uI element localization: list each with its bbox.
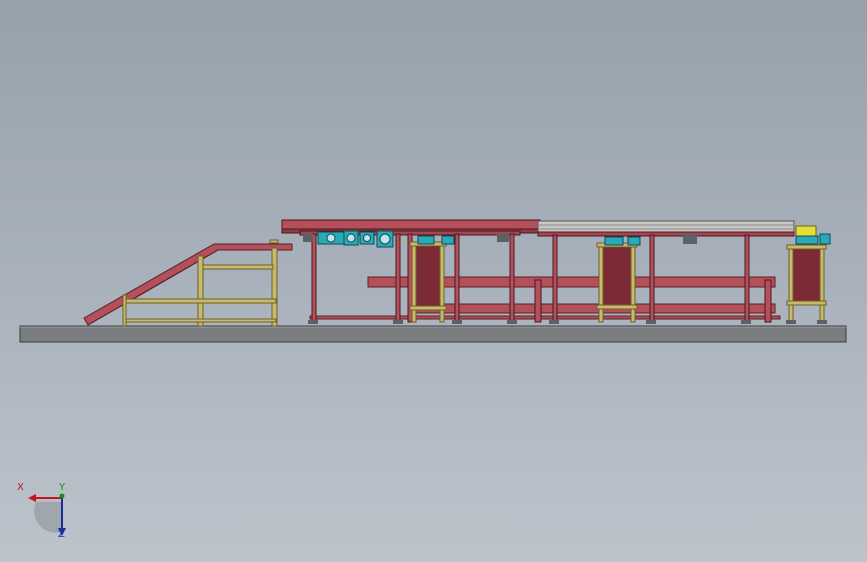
z-axis-label: Z [58, 529, 65, 540]
y-axis-label: Y [59, 482, 66, 493]
coordinate-triad: X Y Z [10, 480, 80, 550]
lift-unit-2[interactable] [596, 236, 641, 323]
base-plate[interactable] [19, 325, 847, 343]
lower-rails[interactable] [309, 276, 781, 320]
model-canvas[interactable] [0, 0, 867, 562]
graphics-viewport[interactable]: X Y Z [0, 0, 867, 562]
incline-conveyor[interactable] [83, 243, 293, 326]
y-axis-dot [59, 493, 65, 499]
x-axis-label: X [17, 482, 24, 493]
lift-unit-3[interactable] [786, 225, 831, 324]
